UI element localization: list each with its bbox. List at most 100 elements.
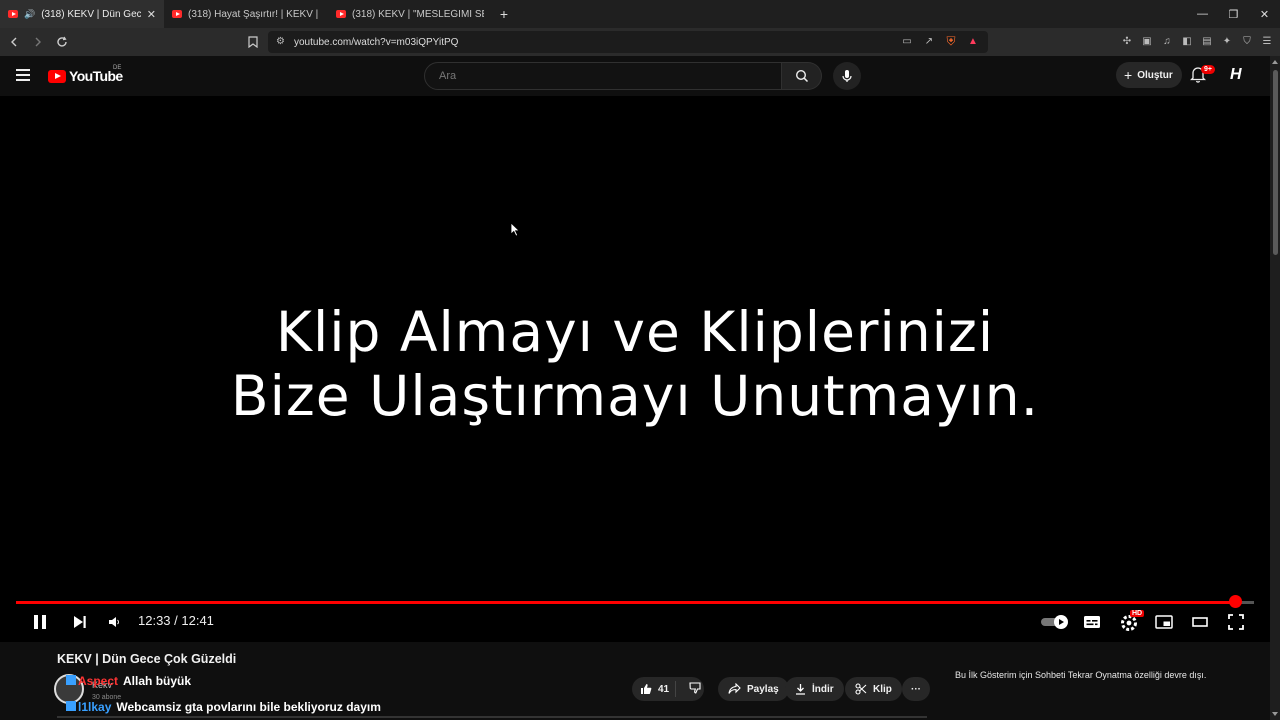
guide-menu-icon[interactable] xyxy=(16,69,30,81)
microphone-icon xyxy=(842,70,852,82)
watch-metadata: KEKV | Dün Gece Çok Güzeldi Kekv 30 abon… xyxy=(0,642,1270,720)
subtitles-icon xyxy=(1084,616,1100,628)
youtube-favicon-icon xyxy=(336,10,346,18)
miniplayer-button[interactable] xyxy=(1154,612,1174,632)
scroll-thumb[interactable] xyxy=(1273,70,1278,255)
chat-user-icon xyxy=(66,701,76,711)
like-count: 41 xyxy=(658,683,670,695)
back-button[interactable] xyxy=(4,32,24,52)
scroll-down-arrow-icon[interactable] xyxy=(1272,712,1278,716)
address-bar[interactable]: ⚙ youtube.com/watch?v=m03iQPYitPQ ▭ ↗ ⛨ … xyxy=(268,31,988,53)
thumbs-down-icon xyxy=(689,681,701,694)
page-scrollbar[interactable] xyxy=(1270,56,1280,720)
reload-button[interactable] xyxy=(52,32,72,52)
fullscreen-button[interactable] xyxy=(1226,612,1246,632)
restore-icon[interactable]: ❐ xyxy=(1218,0,1249,28)
youtube-masthead: YouTube DE Ara + Oluştur H xyxy=(0,56,1270,96)
leo-ai-icon[interactable]: ✦ xyxy=(1220,34,1234,48)
share-page-icon[interactable]: ↗ xyxy=(922,34,936,48)
hd-badge: HD xyxy=(1130,610,1145,617)
menu-icon[interactable]: ☰ xyxy=(1260,34,1274,48)
share-label: Paylaş xyxy=(747,683,779,695)
brave-shields-icon[interactable]: ⛨ xyxy=(944,34,958,48)
chat-username: l1lkay xyxy=(78,700,112,714)
browser-tab-strip: 🔊 (318) KEKV | Dün Gece Çok Güzeldi ✕ (3… xyxy=(0,0,1280,28)
create-label: Oluştur xyxy=(1137,69,1173,81)
search-button[interactable] xyxy=(782,62,822,90)
tab-title: (318) KEKV | Dün Gece Çok Güzeldi xyxy=(41,8,141,20)
youtube-favicon-icon xyxy=(8,10,18,18)
miniplayer-icon xyxy=(1155,615,1173,629)
like-button[interactable]: 41 xyxy=(632,681,676,697)
notifications-badge: 9+ xyxy=(1201,65,1215,74)
scrubber-handle[interactable] xyxy=(1229,595,1242,608)
video-overlay-text: Klip Almayı ve Kliplerinizi Bize Ulaştır… xyxy=(0,300,1270,428)
minimize-icon[interactable]: — xyxy=(1187,0,1218,28)
close-tab-icon[interactable]: ✕ xyxy=(147,8,156,21)
fullscreen-icon xyxy=(1228,614,1244,630)
browser-tab-1[interactable]: 🔊 (318) KEKV | Dün Gece Çok Güzeldi ✕ xyxy=(0,0,164,28)
scissors-icon xyxy=(855,683,867,695)
wallet-icon[interactable]: ▤ xyxy=(1200,34,1214,48)
brave-rewards-icon[interactable]: ▲ xyxy=(966,34,980,48)
bookmark-button[interactable] xyxy=(248,35,258,53)
browser-tab-3[interactable]: (318) KEKV | "MESLEĞİMİ SEVİYORUM xyxy=(328,0,492,28)
site-info-icon[interactable]: ⚙ xyxy=(276,36,285,47)
video-title: KEKV | Dün Gece Çok Güzeldi xyxy=(57,652,237,666)
extensions-icon[interactable]: ✣ xyxy=(1120,34,1134,48)
next-video-button[interactable] xyxy=(70,612,90,632)
cast-icon[interactable]: ▭ xyxy=(900,34,914,48)
more-dots-icon: ··· xyxy=(911,683,921,695)
more-actions-button[interactable]: ··· xyxy=(902,677,930,701)
time-display: 12:33 / 12:41 xyxy=(138,613,214,628)
voice-search-button[interactable] xyxy=(833,62,861,90)
subtitles-button[interactable] xyxy=(1082,612,1102,632)
screenshot-icon[interactable]: ▣ xyxy=(1140,34,1154,48)
horizontal-scroll-track xyxy=(57,716,927,718)
progress-bar[interactable] xyxy=(16,601,1254,604)
new-tab-button[interactable]: + xyxy=(492,6,516,22)
search-icon xyxy=(795,69,808,83)
pause-button[interactable] xyxy=(30,612,50,632)
search-input[interactable]: Ara xyxy=(424,62,782,90)
close-window-icon[interactable]: ✕ xyxy=(1249,0,1280,28)
account-avatar[interactable]: H xyxy=(1230,66,1248,86)
dislike-button[interactable] xyxy=(682,681,701,697)
youtube-play-logo-icon xyxy=(48,69,66,83)
tab-title: (318) Hayat Şaşırtır! | KEKV | GTA 5 | M xyxy=(188,8,320,20)
video-player[interactable]: Klip Almayı ve Kliplerinizi Bize Ulaştır… xyxy=(0,96,1270,642)
volume-icon xyxy=(109,617,119,627)
theater-mode-icon xyxy=(1192,617,1208,627)
mouse-cursor-icon xyxy=(510,222,520,237)
theater-mode-button[interactable] xyxy=(1190,612,1210,632)
clip-label: Klip xyxy=(873,683,892,695)
back-arrow-icon xyxy=(11,37,17,47)
vpn-icon[interactable]: ⛉ xyxy=(1240,34,1254,48)
overlay-line-2: Bize Ulaştırmayı Unutmayın. xyxy=(230,364,1040,428)
download-button[interactable]: İndir xyxy=(785,677,844,701)
autoplay-toggle-icon xyxy=(1041,615,1068,629)
youtube-logo[interactable]: YouTube DE xyxy=(48,65,123,84)
download-icon xyxy=(796,684,805,695)
speaker-icon: 🔊 xyxy=(24,8,36,19)
browser-tab-2[interactable]: (318) Hayat Şaşırtır! | KEKV | GTA 5 | M xyxy=(164,0,328,28)
pause-icon xyxy=(34,615,46,629)
share-button[interactable]: Paylaş xyxy=(718,677,789,701)
tab-title: (318) KEKV | "MESLEĞİMİ SEVİYORUM xyxy=(352,8,484,20)
sidebar-icon[interactable]: ◧ xyxy=(1180,34,1194,48)
create-button[interactable]: + Oluştur xyxy=(1116,62,1182,88)
forward-button[interactable] xyxy=(28,32,48,52)
live-chat-replay-notice: Bu İlk Gösterim için Sohbeti Tekrar Oyna… xyxy=(955,670,1207,680)
thumbs-up-icon xyxy=(641,684,652,694)
window-controls: — ❐ ✕ xyxy=(1187,0,1280,28)
settings-button[interactable]: HD xyxy=(1118,610,1145,632)
mute-button[interactable] xyxy=(104,612,124,632)
chat-overlay-message: Aspect Allah büyük xyxy=(66,674,191,688)
like-dislike-group: 41 xyxy=(632,677,704,701)
overlay-line-1: Klip Almayı ve Kliplerinizi xyxy=(275,300,995,364)
autoplay-toggle[interactable] xyxy=(1040,612,1070,632)
bookmark-icon xyxy=(248,36,258,49)
scroll-up-arrow-icon[interactable] xyxy=(1272,60,1278,64)
music-icon[interactable]: ♫ xyxy=(1160,34,1174,48)
clip-button[interactable]: Klip xyxy=(845,677,902,701)
